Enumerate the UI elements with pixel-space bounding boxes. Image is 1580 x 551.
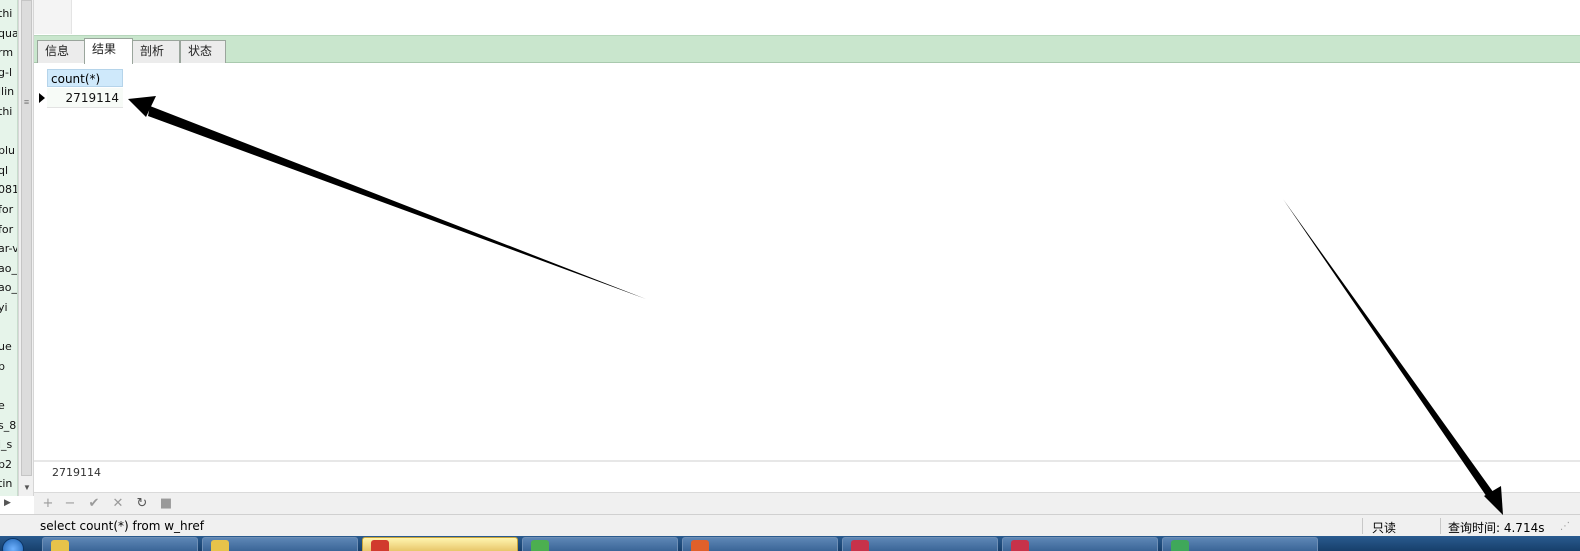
result-tab-bar: 信息 结果 1 剖析 状态 <box>34 35 1580 76</box>
tree-item[interactable] <box>0 376 17 396</box>
status-sql-text: select count(*) from w_href <box>40 519 204 533</box>
folder-icon <box>211 540 229 551</box>
app-icon <box>851 540 869 551</box>
tree-item[interactable]: rm <box>0 43 17 63</box>
column-header-count[interactable]: count(*) <box>47 69 123 87</box>
tree-item[interactable]: tin <box>0 474 17 494</box>
tree-item[interactable]: for <box>0 220 17 240</box>
collapse-arrow-icon[interactable]: ▶ <box>4 497 16 508</box>
scroll-down-arrow-icon[interactable]: ▼ <box>19 480 35 496</box>
stop-icon[interactable]: ■ <box>158 496 174 512</box>
taskbar-button[interactable] <box>682 537 838 551</box>
delete-record-icon[interactable]: − <box>62 496 78 512</box>
app-icon <box>1011 540 1029 551</box>
tree-item[interactable]: g-l <box>0 63 17 83</box>
grid-cell-count[interactable]: 2719114 <box>47 88 123 108</box>
status-readonly: 只读 <box>1372 521 1397 535</box>
windows-taskbar <box>0 536 1580 551</box>
tree-item[interactable]: thi <box>0 102 17 122</box>
tree-item[interactable]: s_8 <box>0 416 17 436</box>
app-icon <box>1171 540 1189 551</box>
tree-item[interactable]: plu <box>0 141 17 161</box>
tree-item[interactable]: thi <box>0 4 17 24</box>
tab-result-1[interactable]: 结果 1 <box>84 38 133 76</box>
taskbar-button[interactable] <box>842 537 998 551</box>
resize-grip-icon[interactable]: ⋰ <box>1560 521 1570 532</box>
status-separator <box>1440 518 1441 534</box>
tree-item[interactable] <box>0 122 17 142</box>
scrollbar-thumb[interactable] <box>21 0 32 476</box>
status-query-time: 查询时间: 4.714s <box>1448 521 1545 535</box>
tree-item[interactable]: ql <box>0 161 17 181</box>
colorful-app-icon <box>691 540 709 551</box>
scrollbar-grip-icon: ≡ <box>23 97 30 107</box>
browser-icon <box>531 540 549 551</box>
result-grid[interactable]: count(*) 2719114 <box>34 64 1580 460</box>
taskbar-button[interactable] <box>202 537 358 551</box>
current-row-pointer-icon <box>39 93 45 103</box>
discard-changes-icon[interactable]: ✕ <box>110 496 126 512</box>
object-tree-panel[interactable]: thiquarmg-lllinthipluql081forforar-vao_a… <box>0 0 18 496</box>
tree-item[interactable] <box>0 318 17 338</box>
tree-item[interactable]: ue <box>0 337 17 357</box>
taskbar-button[interactable] <box>1162 537 1318 551</box>
taskbar-button[interactable] <box>362 537 518 551</box>
folder-icon <box>51 540 69 551</box>
tree-item[interactable]: yi <box>0 298 17 318</box>
status-bar: select count(*) from w_href 只读 查询时间: 4.7… <box>0 514 1580 536</box>
tree-item[interactable]: e <box>0 396 17 416</box>
tab-info[interactable]: 信息 <box>37 40 85 63</box>
tree-item[interactable]: 081 <box>0 180 17 200</box>
tab-profile[interactable]: 剖析 <box>132 40 180 63</box>
object-tree-scrollbar[interactable]: ≡ ▼ <box>18 0 34 496</box>
editor-gutter <box>34 0 72 34</box>
tree-item[interactable]: qua <box>0 24 17 44</box>
tree-item[interactable]: for <box>0 200 17 220</box>
status-separator <box>1362 518 1363 534</box>
value-viewer[interactable]: 2719114 <box>34 460 1580 492</box>
tree-item[interactable]: llin <box>0 82 17 102</box>
query-editor[interactable] <box>72 0 1580 34</box>
taskbar-button[interactable] <box>1002 537 1158 551</box>
tree-item[interactable]: ao_ <box>0 278 17 298</box>
taskbar-button[interactable] <box>42 537 198 551</box>
add-record-icon[interactable]: + <box>40 496 56 512</box>
tree-item[interactable]: p2 <box>0 455 17 475</box>
apply-changes-icon[interactable]: ✔ <box>86 496 102 512</box>
start-button[interactable] <box>0 536 34 551</box>
chrome-icon <box>371 540 389 551</box>
tree-item[interactable]: i_s <box>0 435 17 455</box>
tree-item[interactable]: ao_ <box>0 259 17 279</box>
tree-item[interactable]: p <box>0 357 17 377</box>
grid-toolbar: ▶ + − ✔ ✕ ↻ ■ <box>4 492 1580 514</box>
value-viewer-text: 2719114 <box>52 466 101 479</box>
tree-item[interactable]: ar-v <box>0 239 17 259</box>
tab-status[interactable]: 状态 <box>180 40 226 63</box>
windows-start-icon <box>2 538 24 551</box>
taskbar-button[interactable] <box>522 537 678 551</box>
refresh-icon[interactable]: ↻ <box>134 496 150 512</box>
